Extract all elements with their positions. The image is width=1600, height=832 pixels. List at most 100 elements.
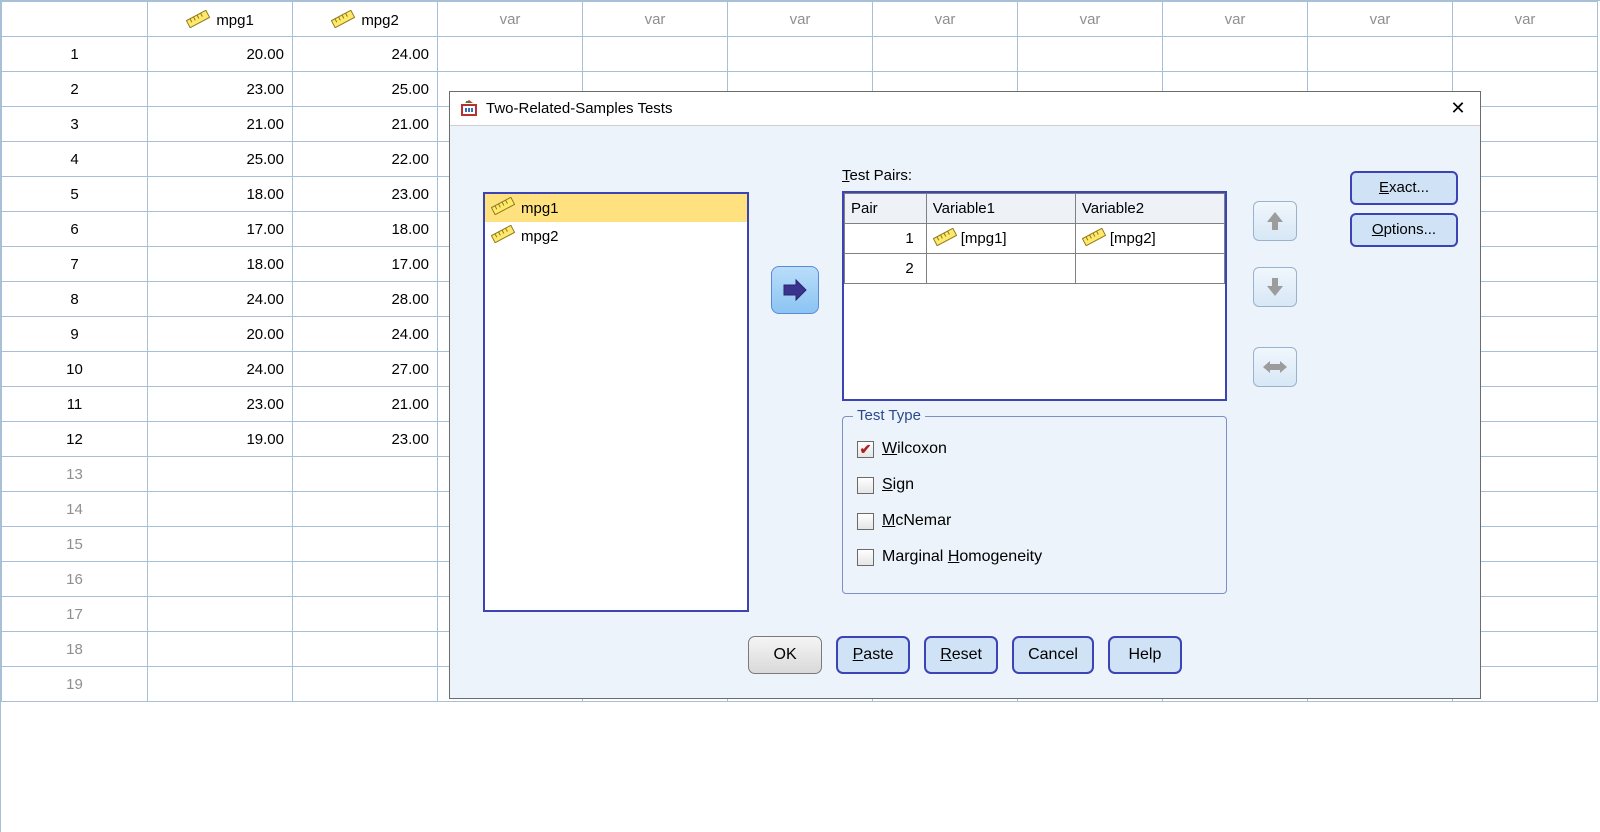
data-cell[interactable] [148,597,293,632]
pair-row[interactable]: 1[mpg1][mpg2] [845,224,1225,254]
data-cell[interactable] [293,457,438,492]
data-cell[interactable]: 24.00 [148,282,293,317]
row-header[interactable]: 15 [2,527,148,562]
data-cell[interactable]: 23.00 [293,177,438,212]
reset-button[interactable]: Reset [924,636,998,674]
row-header[interactable]: 13 [2,457,148,492]
data-cell[interactable]: 25.00 [293,72,438,107]
close-button[interactable]: ✕ [1446,98,1470,119]
row-header[interactable]: 2 [2,72,148,107]
row-header[interactable]: 5 [2,177,148,212]
variable-item[interactable]: mpg1 [485,194,747,222]
data-cell[interactable] [728,37,873,72]
row-header[interactable]: 6 [2,212,148,247]
row-header[interactable]: 18 [2,632,148,667]
data-cell[interactable] [148,632,293,667]
data-cell[interactable] [293,527,438,562]
data-cell[interactable]: 17.00 [293,247,438,282]
data-cell[interactable] [148,457,293,492]
checkbox[interactable] [857,513,874,530]
data-cell[interactable]: 24.00 [293,317,438,352]
pair-var1[interactable] [926,254,1075,284]
column-header-empty[interactable]: var [438,2,583,37]
data-cell[interactable] [1308,37,1453,72]
data-cell[interactable]: 20.00 [148,37,293,72]
data-cell[interactable] [873,37,1018,72]
data-cell[interactable] [148,667,293,702]
row-header[interactable]: 1 [2,37,148,72]
data-cell[interactable]: 27.00 [293,352,438,387]
pair-var2[interactable]: [mpg2] [1075,224,1224,254]
row-header[interactable]: 19 [2,667,148,702]
pairs-col-var2[interactable]: Variable2 [1075,194,1224,224]
data-cell[interactable]: 20.00 [148,317,293,352]
test-type-option[interactable]: Marginal Homogeneity [857,539,1212,575]
data-cell[interactable] [148,492,293,527]
data-cell[interactable] [1453,37,1598,72]
cancel-button[interactable]: Cancel [1012,636,1094,674]
data-cell[interactable] [293,597,438,632]
data-cell[interactable]: 18.00 [148,247,293,282]
pair-var2[interactable] [1075,254,1224,284]
dialog-titlebar[interactable]: Two-Related-Samples Tests ✕ [450,92,1480,126]
test-pairs-grid[interactable]: Pair Variable1 Variable2 1[mpg1][mpg2]2 [842,191,1227,401]
checkbox[interactable] [857,549,874,566]
test-type-option[interactable]: Wilcoxon [857,431,1212,467]
help-button[interactable]: Help [1108,636,1182,674]
pair-row[interactable]: 2 [845,254,1225,284]
column-header-empty[interactable]: var [1453,2,1598,37]
row-header[interactable]: 16 [2,562,148,597]
column-header-empty[interactable]: var [873,2,1018,37]
data-cell[interactable] [1018,37,1163,72]
data-cell[interactable] [293,562,438,597]
data-cell[interactable]: 21.00 [293,387,438,422]
row-header[interactable]: 11 [2,387,148,422]
column-header-empty[interactable]: var [1308,2,1453,37]
ok-button[interactable]: OK [748,636,822,674]
data-cell[interactable]: 23.00 [293,422,438,457]
column-header-mpg2[interactable]: mpg2 [293,2,438,37]
exact-button[interactable]: Exact... [1350,171,1458,205]
data-cell[interactable] [583,37,728,72]
row-header[interactable]: 9 [2,317,148,352]
checkbox[interactable] [857,477,874,494]
data-cell[interactable]: 23.00 [148,72,293,107]
row-header[interactable]: 8 [2,282,148,317]
paste-button[interactable]: Paste [836,636,910,674]
row-header[interactable]: 4 [2,142,148,177]
test-type-option[interactable]: Sign [857,467,1212,503]
data-cell[interactable]: 21.00 [293,107,438,142]
data-cell[interactable] [293,667,438,702]
data-cell[interactable] [1163,37,1308,72]
pair-move-down-button[interactable] [1253,267,1297,307]
data-cell[interactable]: 28.00 [293,282,438,317]
data-cell[interactable]: 24.00 [293,37,438,72]
source-variable-list[interactable]: mpg1mpg2 [483,192,749,612]
row-header[interactable]: 7 [2,247,148,282]
data-cell[interactable]: 18.00 [293,212,438,247]
move-to-pairs-button[interactable] [771,266,819,314]
options-button[interactable]: Options... [1350,213,1458,247]
row-header[interactable]: 14 [2,492,148,527]
data-cell[interactable]: 19.00 [148,422,293,457]
row-header[interactable]: 3 [2,107,148,142]
corner-cell[interactable] [2,2,148,37]
data-cell[interactable]: 21.00 [148,107,293,142]
column-header-mpg1[interactable]: mpg1 [148,2,293,37]
data-cell[interactable] [438,37,583,72]
column-header-empty[interactable]: var [1163,2,1308,37]
data-cell[interactable]: 24.00 [148,352,293,387]
pairs-col-var1[interactable]: Variable1 [926,194,1075,224]
row-header[interactable]: 12 [2,422,148,457]
variable-item[interactable]: mpg2 [485,222,747,250]
data-cell[interactable] [148,562,293,597]
pair-swap-button[interactable] [1253,347,1297,387]
data-cell[interactable]: 18.00 [148,177,293,212]
data-cell[interactable] [148,527,293,562]
column-header-empty[interactable]: var [583,2,728,37]
pairs-col-pair[interactable]: Pair [845,194,927,224]
row-header[interactable]: 17 [2,597,148,632]
column-header-empty[interactable]: var [1018,2,1163,37]
data-cell[interactable]: 22.00 [293,142,438,177]
row-header[interactable]: 10 [2,352,148,387]
